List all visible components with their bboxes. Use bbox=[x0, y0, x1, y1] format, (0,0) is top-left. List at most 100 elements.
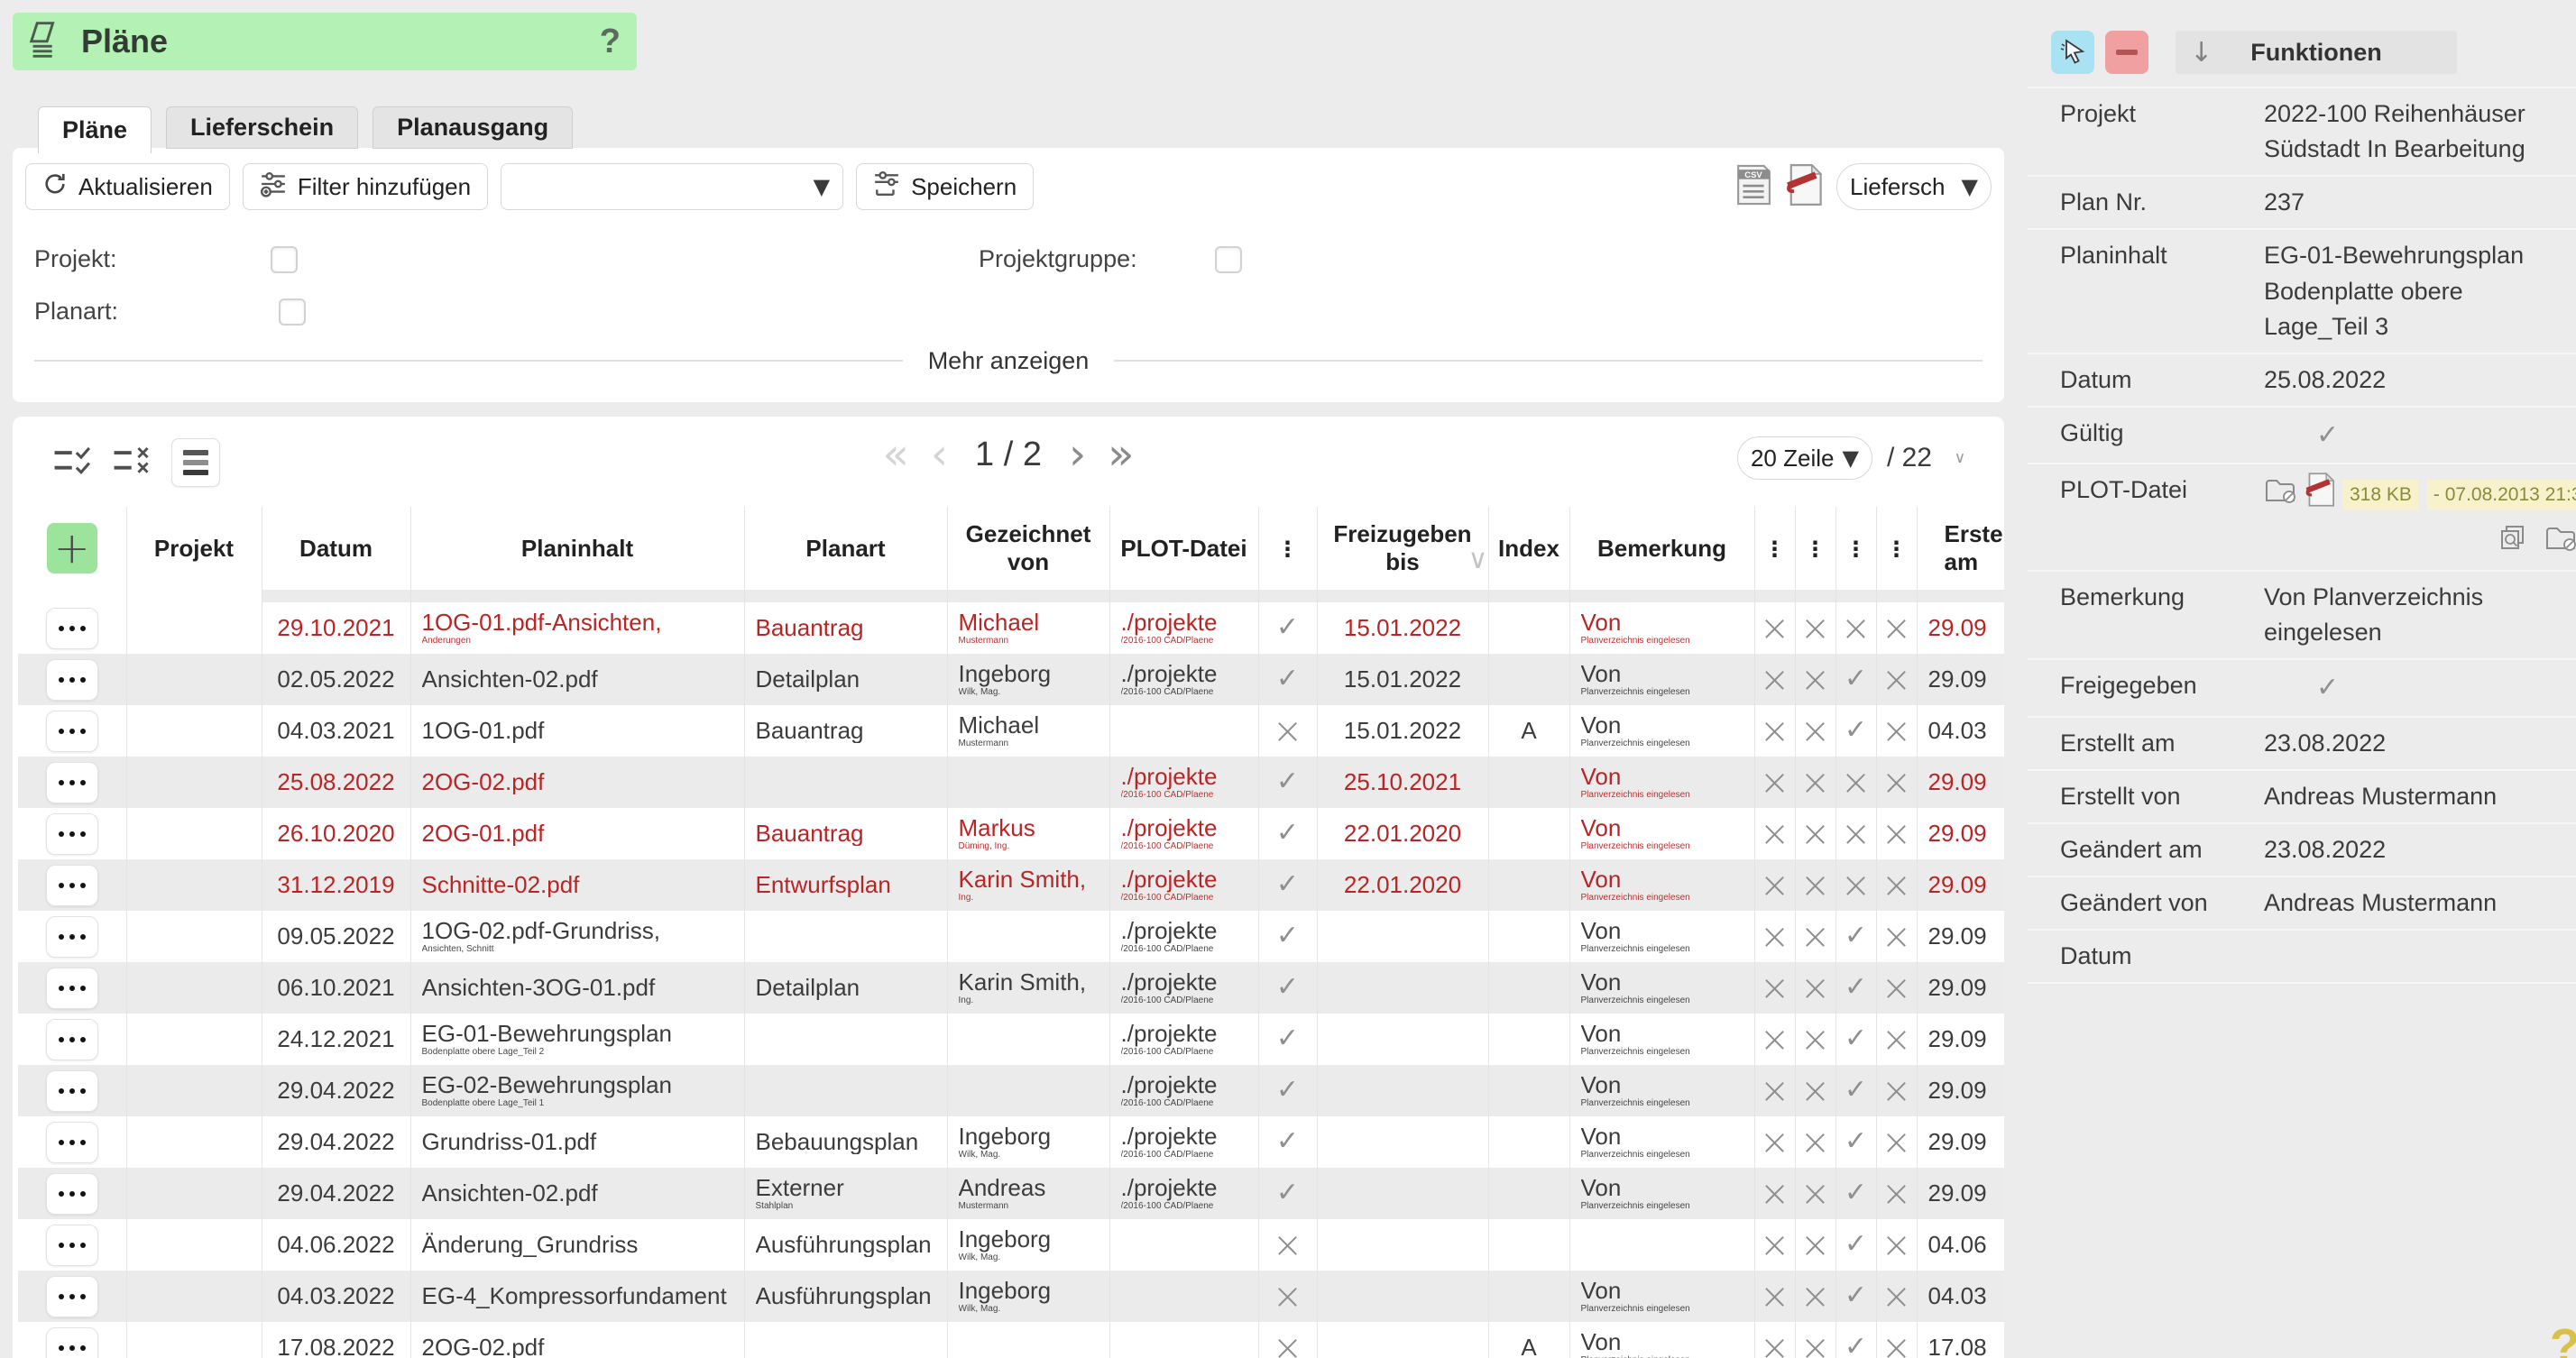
cell-plot_ok: × bbox=[1258, 1219, 1317, 1271]
column-menu-icon[interactable]: ⋮ bbox=[1886, 537, 1908, 562]
tab-plaene[interactable]: Pläne bbox=[38, 106, 152, 153]
cell-text: Von bbox=[1581, 919, 1754, 943]
remove-tool-button[interactable] bbox=[2105, 31, 2148, 74]
table-row: 04.03.20211OG-01.pdfBauantragMichaelMust… bbox=[18, 705, 2004, 757]
column-menu-icon[interactable]: ⋮ bbox=[1764, 537, 1786, 562]
first-page-icon[interactable]: « bbox=[882, 433, 908, 476]
detail-field-6: BemerkungVon Planverzeichnis eingelesen bbox=[2028, 572, 2576, 660]
preview-icon[interactable] bbox=[2499, 523, 2532, 562]
check-icon: ✓ bbox=[1845, 1125, 1867, 1157]
help-corner-icon[interactable]: ? bbox=[2550, 1318, 2576, 1358]
select-tool-button[interactable] bbox=[2051, 31, 2094, 74]
table-row: 04.06.2022Änderung_GrundrissAusführungsp… bbox=[18, 1219, 2004, 1271]
cell-erstellt: 17.08 bbox=[1917, 1322, 2004, 1358]
cell-text: ./projekte bbox=[1121, 1124, 1258, 1149]
field-value: Andreas Mustermann bbox=[2264, 779, 2576, 814]
add-plan-button[interactable]: + bbox=[47, 523, 97, 573]
row-menu-button[interactable] bbox=[46, 916, 98, 958]
page-size-select[interactable]: 20 Zeilen ▼ bbox=[1737, 436, 1872, 480]
cell-datum: 04.03.2022 bbox=[262, 1271, 410, 1322]
cell-s0: × bbox=[1754, 1014, 1795, 1065]
cell-text: Andreas bbox=[959, 1176, 1109, 1200]
row-menu-button[interactable] bbox=[46, 1019, 98, 1060]
save-filter-button[interactable]: Speichern bbox=[856, 163, 1034, 210]
cell-s3: × bbox=[1876, 808, 1917, 859]
cell-subtext: Planverzeichnis eingelesen bbox=[1581, 1047, 1754, 1057]
cell-s3: × bbox=[1876, 602, 1917, 654]
row-menu-button[interactable] bbox=[46, 608, 98, 649]
table-row: 26.10.20202OG-01.pdfBauantragMarkusDümin… bbox=[18, 808, 2004, 859]
row-menu-button[interactable] bbox=[46, 968, 98, 1009]
folder-icon[interactable] bbox=[2544, 523, 2576, 562]
total-pages: / 22 bbox=[1887, 443, 1932, 473]
folder-remove-icon[interactable] bbox=[2264, 475, 2296, 514]
cell-text: Grundriss-01.pdf bbox=[422, 1130, 744, 1154]
check-icon: ✓ bbox=[1845, 714, 1867, 746]
prev-page-icon[interactable]: ‹ bbox=[931, 433, 948, 476]
export-type-select[interactable]: Lieferschein ▼ bbox=[1836, 163, 1992, 210]
row-menu-button[interactable] bbox=[46, 1122, 98, 1163]
cell-text: ./projekte bbox=[1121, 1073, 1258, 1097]
row-menu-button[interactable] bbox=[46, 711, 98, 752]
table-row: 29.10.20211OG-01.pdf-Ansichten,Änderunge… bbox=[18, 602, 2004, 654]
column-menu-icon[interactable]: ⋮ bbox=[1805, 537, 1826, 562]
field-label: Bemerkung bbox=[2028, 580, 2264, 650]
functions-header[interactable]: ↓ Funktionen bbox=[2176, 31, 2457, 74]
cell-plot_ok: ✓ bbox=[1258, 1116, 1317, 1168]
row-menu-button[interactable] bbox=[46, 813, 98, 855]
cell-subtext: Mustermann bbox=[959, 1201, 1109, 1211]
planart-checkbox[interactable] bbox=[279, 298, 306, 326]
row-menu-button[interactable] bbox=[46, 1276, 98, 1317]
row-menu-button[interactable] bbox=[46, 1327, 98, 1358]
cell-text: 15.01.2022 bbox=[1318, 616, 1488, 640]
cell-datum: 06.10.2021 bbox=[262, 962, 410, 1014]
cell-text: 29.09 bbox=[1928, 1181, 2005, 1206]
cell-s1: × bbox=[1795, 1065, 1835, 1116]
row-menu-button[interactable] bbox=[46, 762, 98, 803]
pdf-file-icon[interactable] bbox=[2305, 473, 2334, 517]
row-menu-button[interactable] bbox=[46, 1173, 98, 1215]
cell-s2: ✓ bbox=[1835, 1168, 1876, 1219]
cell-text: 22.01.2020 bbox=[1318, 873, 1488, 897]
cross-icon: × bbox=[1881, 1225, 1912, 1266]
show-more-link[interactable]: Mehr anzeigen bbox=[903, 347, 1115, 375]
column-header-freigabe[interactable]: Freizugeben bis∨ bbox=[1317, 507, 1488, 590]
column-menu-icon[interactable]: ⋮ bbox=[1845, 537, 1867, 562]
cell-s1: × bbox=[1795, 1322, 1835, 1358]
cell-projekt bbox=[126, 654, 262, 705]
refresh-button[interactable]: Aktualisieren bbox=[25, 163, 230, 210]
tab-planausgang[interactable]: Planausgang bbox=[373, 106, 573, 149]
cell-index: A bbox=[1488, 1322, 1569, 1358]
row-menu-button[interactable] bbox=[46, 1070, 98, 1112]
row-menu-button[interactable] bbox=[46, 1225, 98, 1266]
cell-s3: × bbox=[1876, 1219, 1917, 1271]
cell-planinhalt: EG-4_Kompressorfundament bbox=[410, 1271, 744, 1322]
row-menu-button[interactable] bbox=[46, 659, 98, 701]
projekt-checkbox[interactable] bbox=[271, 246, 298, 273]
cell-s2: ✓ bbox=[1835, 962, 1876, 1014]
cell-datum: 29.04.2022 bbox=[262, 1168, 410, 1219]
last-page-icon[interactable]: » bbox=[1108, 433, 1134, 476]
add-filter-button[interactable]: Filter hinzufügen bbox=[243, 163, 488, 210]
pdf-export-icon[interactable] bbox=[1786, 164, 1822, 210]
tab-lieferschein[interactable]: Lieferschein bbox=[166, 106, 358, 149]
csv-export-icon[interactable]: CSV bbox=[1735, 164, 1771, 210]
next-page-icon[interactable]: › bbox=[1069, 433, 1086, 476]
collapse-icon[interactable]: ∨ bbox=[1946, 452, 1973, 464]
cell-subtext: /2016-100 CAD/Plaene bbox=[1121, 1047, 1258, 1057]
column-menu-icon[interactable]: ⋮ bbox=[1277, 537, 1299, 562]
cross-icon: × bbox=[1881, 1327, 1912, 1358]
check-icon: ✓ bbox=[1276, 971, 1299, 1003]
table-row: 31.12.2019Schnitte-02.pdfEntwurfsplanKar… bbox=[18, 859, 2004, 911]
sort-indicator-icon[interactable]: ∨ bbox=[1468, 544, 1488, 575]
saved-filter-select[interactable]: ▼ bbox=[501, 163, 843, 210]
cell-s0: × bbox=[1754, 911, 1795, 962]
row-menu-button[interactable] bbox=[46, 865, 98, 906]
cross-icon: × bbox=[1800, 762, 1831, 803]
cross-icon: × bbox=[1881, 916, 1912, 958]
help-icon[interactable]: ? bbox=[600, 23, 621, 61]
projektgruppe-checkbox[interactable] bbox=[1215, 246, 1242, 273]
table-row: 17.08.20222OG-02.pdf×AVonPlanverzeichnis… bbox=[18, 1322, 2004, 1358]
cell-gezeichnet: Karin Smith,Ing. bbox=[947, 859, 1109, 911]
cell-gezeichnet bbox=[947, 757, 1109, 808]
